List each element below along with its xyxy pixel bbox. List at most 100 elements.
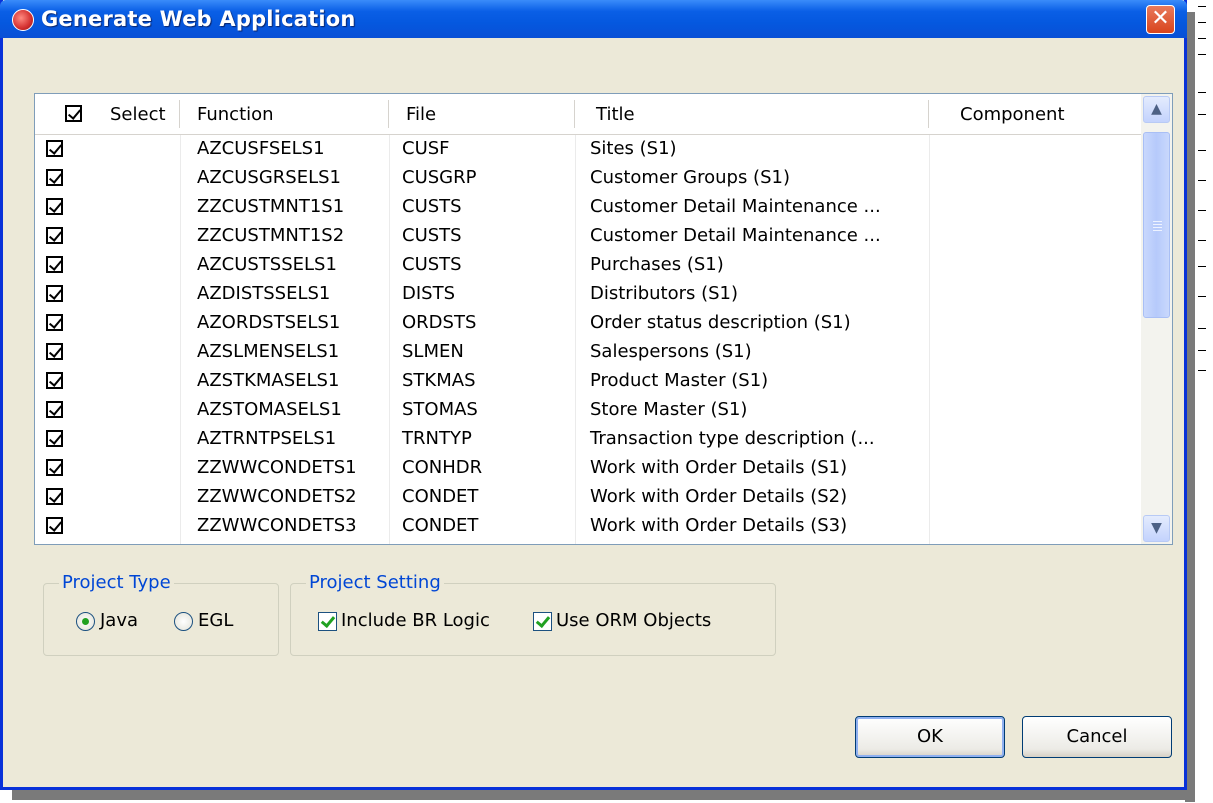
table-body: AZCUSFSELS1 CUSF Sites (S1) AZCUSGRSELS1… [35,135,1141,541]
java-radio-label[interactable]: Java [100,610,138,631]
cancel-button[interactable]: Cancel [1022,716,1172,758]
table-row[interactable]: ZZWWCONDETS1 CONHDR Work with Order Deta… [35,454,1141,483]
cell-title: Product Master (S1) [590,370,769,391]
table-row[interactable]: ZZWWCONDETS2 CONDET Work with Order Deta… [35,483,1141,512]
cell-function: ZZWWCONDETS2 [197,486,357,507]
table-row[interactable]: AZCUSGRSELS1 CUSGRP Customer Groups (S1) [35,164,1141,193]
cell-file: DISTS [402,283,456,304]
cell-title: Store Master (S1) [590,399,748,420]
java-radio[interactable] [76,612,95,631]
table-row[interactable]: AZCUSFSELS1 CUSF Sites (S1) [35,135,1141,164]
title-bar[interactable]: Generate Web Application ✕ [0,0,1187,38]
cell-file: CUSF [402,138,450,159]
cell-file: CUSTS [402,196,462,217]
egl-radio[interactable] [174,612,193,631]
table-row[interactable]: ZZCUSTMNT1S2 CUSTS Customer Detail Maint… [35,222,1141,251]
cell-file: STKMAS [402,370,476,391]
row-select-checkbox[interactable] [46,227,63,244]
cell-file: CONHDR [402,457,483,478]
header-function[interactable]: Function [197,104,274,125]
cell-title: Transaction type description (... [590,428,875,449]
cell-function: ZZCUSTMNT1S1 [197,196,345,217]
cell-title: Customer Groups (S1) [590,167,790,188]
app-icon [12,9,34,31]
row-select-checkbox[interactable] [46,459,63,476]
cell-title: Sites (S1) [590,138,677,159]
cell-title: Customer Detail Maintenance ... [590,196,881,217]
cell-file: TRNTYP [402,428,472,449]
close-button[interactable]: ✕ [1146,5,1175,34]
row-select-checkbox[interactable] [46,140,63,157]
cell-function: ZZWWCONDETS3 [197,515,357,536]
cell-function: AZSTKMASELS1 [197,370,340,391]
use-orm-objects-label[interactable]: Use ORM Objects [556,610,711,631]
project-setting-label: Project Setting [306,572,444,593]
table-row[interactable]: AZDISTSSELS1 DISTS Distributors (S1) [35,280,1141,309]
row-select-checkbox[interactable] [46,517,63,534]
row-select-checkbox[interactable] [46,488,63,505]
cell-file: SLMEN [402,341,464,362]
cell-function: AZCUSFSELS1 [197,138,325,159]
table-row[interactable]: ZZCUSTMNT1S1 CUSTS Customer Detail Maint… [35,193,1141,222]
table-row[interactable]: AZSLMENSELS1 SLMEN Salespersons (S1) [35,338,1141,367]
cell-function: AZORDSTSELS1 [197,312,341,333]
cell-title: Work with Order Details (S3) [590,515,848,536]
row-select-checkbox[interactable] [46,401,63,418]
cell-title: Work with Order Details (S1) [590,457,848,478]
include-br-logic-checkbox[interactable] [318,612,337,631]
row-select-checkbox[interactable] [46,198,63,215]
cell-file: CUSGRP [402,167,477,188]
generate-web-application-dialog: Generate Web Application ✕ Select Functi… [0,0,1187,790]
scroll-thumb[interactable] [1143,132,1170,318]
project-type-group: Project Type Java EGL [43,572,279,656]
cell-file: CUSTS [402,225,462,246]
table-row[interactable]: AZSTOMASELS1 STOMAS Store Master (S1) [35,396,1141,425]
project-setting-group: Project Setting Include BR Logic Use ORM… [290,572,776,656]
cell-title: Purchases (S1) [590,254,724,275]
cell-file: STOMAS [402,399,478,420]
background-window-edge [1194,0,1213,380]
vertical-scrollbar[interactable]: ▲ ▼ [1141,94,1172,544]
cell-function: AZCUSGRSELS1 [197,167,341,188]
cell-function: ZZWWCONDETS1 [197,457,357,478]
cell-file: CONDET [402,486,479,507]
row-select-checkbox[interactable] [46,314,63,331]
project-type-label: Project Type [59,572,174,593]
cell-title: Work with Order Details (S2) [590,486,848,507]
chevron-down-icon[interactable]: ▼ [1143,515,1170,542]
cell-function: AZSLMENSELS1 [197,341,340,362]
egl-radio-label[interactable]: EGL [198,610,233,631]
cell-function: AZTRNTPSELS1 [197,428,337,449]
header-file[interactable]: File [406,104,436,125]
chevron-up-icon[interactable]: ▲ [1143,96,1170,123]
row-select-checkbox[interactable] [46,285,63,302]
row-select-checkbox[interactable] [46,372,63,389]
table-row[interactable]: AZTRNTPSELS1 TRNTYP Transaction type des… [35,425,1141,454]
cell-file: CONDET [402,515,479,536]
table-row[interactable]: AZSTKMASELS1 STKMAS Product Master (S1) [35,367,1141,396]
header-select[interactable]: Select [110,104,166,125]
row-select-checkbox[interactable] [46,343,63,360]
cell-file: CUSTS [402,254,462,275]
cell-file: ORDSTS [402,312,477,333]
functions-table: Select Function File Title Component AZC… [34,93,1173,545]
table-row[interactable]: ZZWWCONDETS3 CONDET Work with Order Deta… [35,512,1141,541]
ok-button[interactable]: OK [855,716,1005,758]
cell-function: ZZCUSTMNT1S2 [197,225,345,246]
table-row[interactable]: AZORDSTSELS1 ORDSTS Order status descrip… [35,309,1141,338]
header-component[interactable]: Component [960,104,1065,125]
cell-function: AZCUSTSSELS1 [197,254,337,275]
row-select-checkbox[interactable] [46,169,63,186]
cell-title: Order status description (S1) [590,312,851,333]
row-select-checkbox[interactable] [46,256,63,273]
use-orm-objects-checkbox[interactable] [533,612,552,631]
table-row[interactable]: AZCUSTSSELS1 CUSTS Purchases (S1) [35,251,1141,280]
window-shadow [12,790,1195,800]
select-all-checkbox[interactable] [65,105,82,122]
cell-title: Customer Detail Maintenance ... [590,225,881,246]
cell-title: Distributors (S1) [590,283,739,304]
header-title[interactable]: Title [596,104,635,125]
include-br-logic-label[interactable]: Include BR Logic [341,610,490,631]
row-select-checkbox[interactable] [46,430,63,447]
window-title: Generate Web Application [41,7,356,31]
